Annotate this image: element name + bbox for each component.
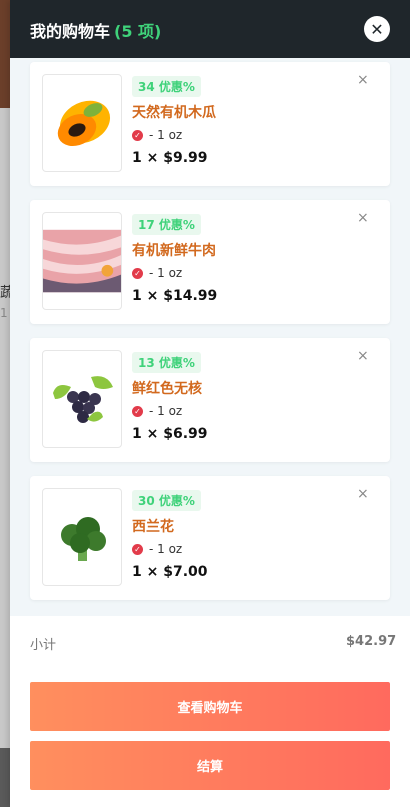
product-variant: ✓ - 1 oz xyxy=(132,128,182,142)
remove-item-button[interactable]: × xyxy=(357,72,369,88)
product-variant: ✓ - 1 oz xyxy=(132,542,182,556)
close-icon: ✕ xyxy=(370,19,384,39)
close-button[interactable]: ✕ xyxy=(364,16,390,42)
grapes-icon xyxy=(53,376,113,423)
variant-text: - 1 oz xyxy=(149,266,183,280)
drawer-title-text: 我的购物车 xyxy=(30,22,111,41)
cart-item: 30 优惠% 西兰花 ✓ - 1 oz 1 × $7.00 × xyxy=(30,476,390,600)
cart-item: 17 优惠% 有机新鲜牛肉 ✓ - 1 oz 1 × $14.99 × xyxy=(30,200,390,324)
product-image-beef[interactable] xyxy=(42,212,122,310)
cart-item: 13 优惠% 鲜红色无核 ✓ - 1 oz 1 × $6.99 × xyxy=(30,338,390,462)
verified-check-icon: ✓ xyxy=(132,129,143,141)
cart-item-count: (5 项) xyxy=(114,22,162,41)
view-cart-button[interactable]: 查看购物车 xyxy=(30,682,390,731)
discount-badge: 17 优惠% xyxy=(132,214,201,235)
broccoli-icon xyxy=(61,517,106,561)
variant-text: - 1 oz xyxy=(149,542,183,556)
product-name-link[interactable]: 有机新鲜牛肉 xyxy=(132,240,216,260)
product-image-broccoli[interactable] xyxy=(42,488,122,586)
remove-item-button[interactable]: × xyxy=(357,348,369,364)
remove-item-button[interactable]: × xyxy=(357,486,369,502)
checkout-button[interactable]: 结算 xyxy=(30,741,390,790)
remove-item-button[interactable]: × xyxy=(357,210,369,226)
discount-badge: 34 优惠% xyxy=(132,76,201,97)
discount-badge: 13 优惠% xyxy=(132,352,201,373)
verified-check-icon: ✓ xyxy=(132,405,143,417)
subtotal-value: $42.97 xyxy=(346,634,397,649)
product-variant: ✓ - 1 oz xyxy=(132,266,182,280)
papaya-icon xyxy=(57,100,111,147)
product-name-link[interactable]: 天然有机木瓜 xyxy=(132,102,216,122)
quantity-price: 1 × $7.00 xyxy=(132,564,208,580)
product-variant: ✓ - 1 oz xyxy=(132,404,182,418)
product-image-papaya[interactable] xyxy=(42,74,122,172)
drawer-header: 我的购物车 (5 项) ✕ xyxy=(10,0,410,58)
quantity-price: 1 × $14.99 xyxy=(132,288,218,304)
cart-item: 34 优惠% 天然有机木瓜 ✓ - 1 oz 1 × $9.99 × xyxy=(30,62,390,186)
subtotal-label: 小计 xyxy=(30,638,57,653)
product-name-link[interactable]: 鲜红色无核 xyxy=(132,378,202,398)
product-name-link[interactable]: 西兰花 xyxy=(132,516,174,536)
drawer-title: 我的购物车 (5 项) xyxy=(30,18,161,42)
beef-icon xyxy=(43,229,121,293)
verified-check-icon: ✓ xyxy=(132,543,143,555)
variant-text: - 1 oz xyxy=(149,404,183,418)
discount-badge: 30 优惠% xyxy=(132,490,201,511)
variant-text: - 1 oz xyxy=(149,128,183,142)
verified-check-icon: ✓ xyxy=(132,267,143,279)
cart-footer: 小计 $42.97 查看购物车 结算 xyxy=(10,616,410,807)
quantity-price: 1 × $9.99 xyxy=(132,150,208,166)
quantity-price: 1 × $6.99 xyxy=(132,426,208,442)
cart-drawer: 我的购物车 (5 项) ✕ 34 优惠% 天然有机木瓜 ✓ - 1 oz 1 × $… xyxy=(10,0,410,807)
product-image-grapes[interactable] xyxy=(42,350,122,448)
